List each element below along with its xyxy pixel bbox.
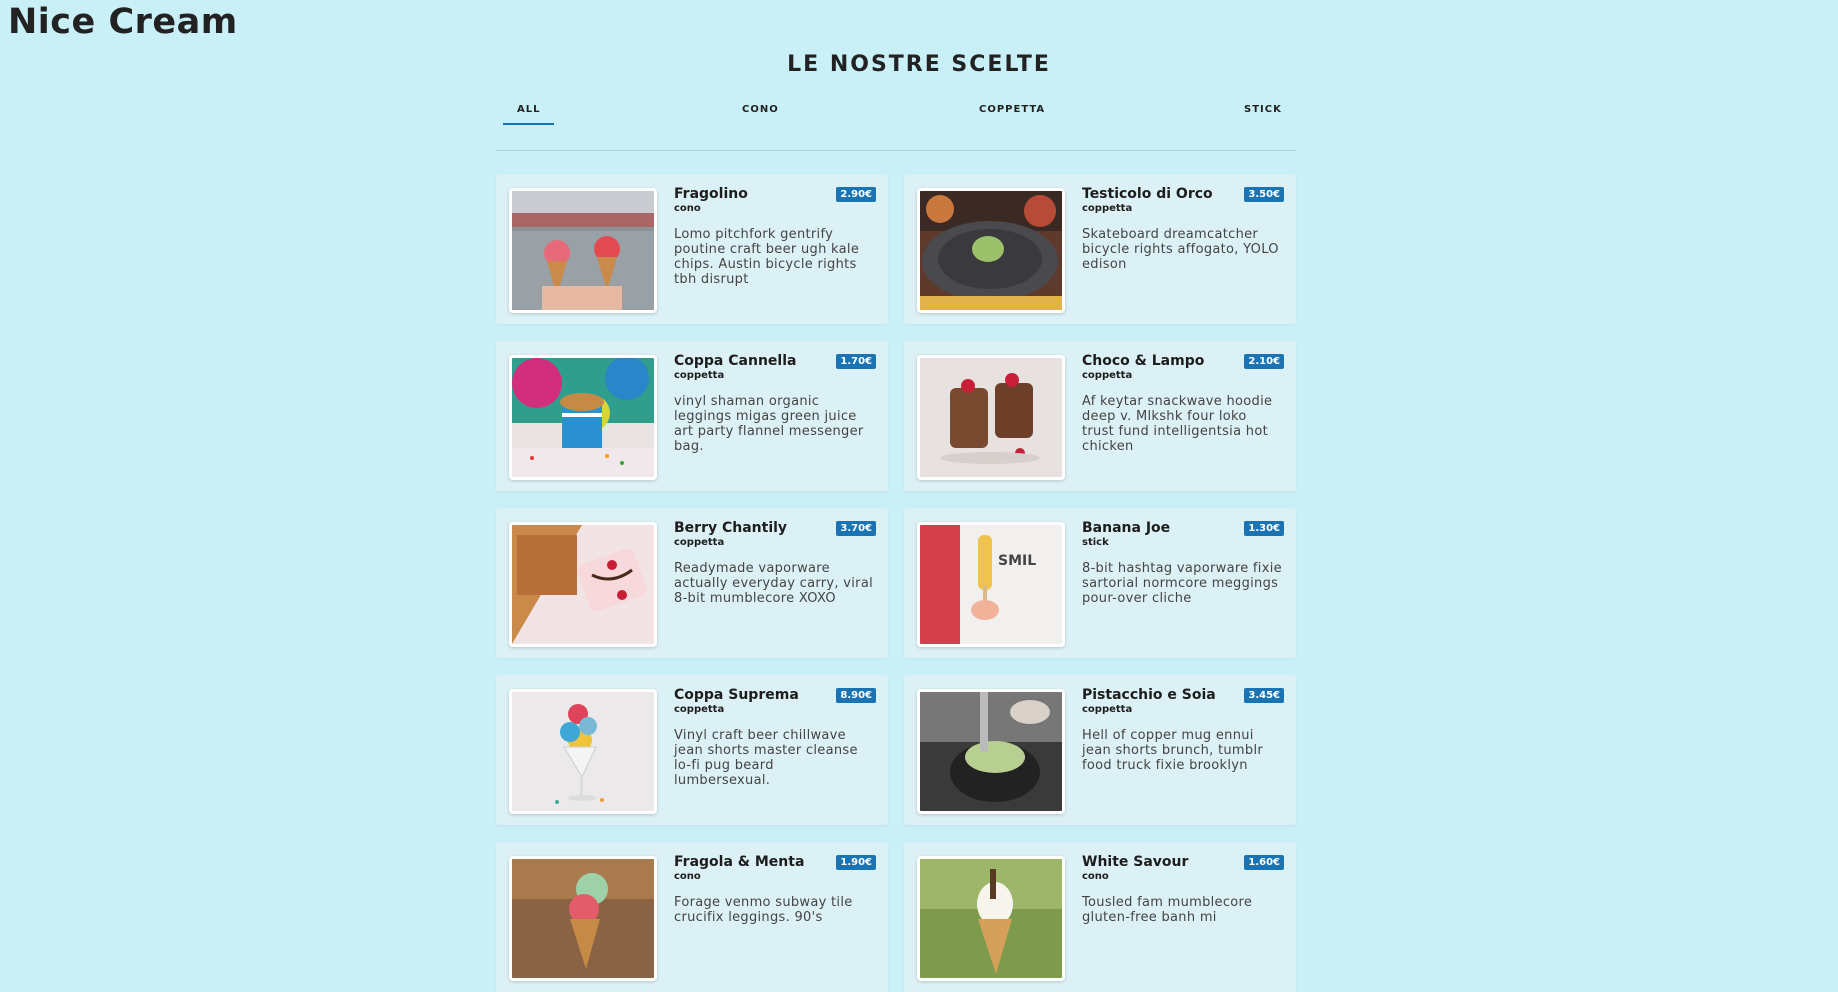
product-description: vinyl shaman organic leggings migas gree…	[674, 394, 864, 454]
tab-cono[interactable]: CONO	[742, 104, 779, 115]
product-description: 8-bit hashtag vaporware fixie sartorial …	[1082, 561, 1282, 606]
product-card[interactable]: Testicolo di Orco coppetta 3.50€ Skatebo…	[904, 174, 1296, 324]
product-name: Coppa Suprema	[674, 687, 799, 703]
product-description: Hell of copper mug ennui jean shorts bru…	[1082, 728, 1263, 773]
product-description: Tousled fam mumblecore gluten-free banh …	[1082, 895, 1253, 925]
price-badge: 1.90€	[836, 855, 876, 870]
price-badge: 1.30€	[1244, 521, 1284, 536]
product-name: Banana Joe	[1082, 520, 1171, 536]
filter-tabs: ALL CONO COPPETTA STICK	[496, 96, 1296, 151]
product-category: stick	[1082, 537, 1109, 548]
product-card[interactable]: White Savour cono 1.60€ Tousled fam mumb…	[904, 842, 1296, 992]
product-description: Forage venmo subway tile crucifix leggin…	[674, 895, 853, 925]
price-badge: 8.90€	[836, 688, 876, 703]
product-card[interactable]: Fragola & Menta cono 1.90€ Forage venmo …	[496, 842, 888, 992]
price-badge: 1.60€	[1244, 855, 1284, 870]
product-name: Pistacchio e Soia	[1082, 687, 1216, 703]
product-name: Fragolino	[674, 186, 748, 202]
section-title: LE NOSTRE SCELTE	[787, 52, 1051, 77]
product-name: Berry Chantily	[674, 520, 788, 536]
product-image	[509, 188, 657, 313]
product-description: Readymade vaporware actually everyday ca…	[674, 561, 873, 606]
product-name: Coppa Cannella	[674, 353, 797, 369]
price-badge: 1.70€	[836, 354, 876, 369]
svg-text:SMIL: SMIL	[998, 553, 1036, 569]
product-card[interactable]: Pistacchio e Soia coppetta 3.45€ Hell of…	[904, 675, 1296, 825]
product-category: coppetta	[674, 370, 725, 381]
product-name: White Savour	[1082, 854, 1189, 870]
product-description: Af keytar snackwave hoodie deep v. Mlksh…	[1082, 394, 1273, 454]
product-name: Choco & Lampo	[1082, 353, 1205, 369]
product-category: coppetta	[1082, 370, 1133, 381]
product-category: coppetta	[674, 704, 725, 715]
product-name: Fragola & Menta	[674, 854, 805, 870]
product-image	[917, 355, 1065, 480]
product-image	[917, 689, 1065, 814]
tab-all[interactable]: ALL	[502, 104, 556, 125]
price-badge: 3.45€	[1244, 688, 1284, 703]
product-card[interactable]: SMIL Banana Joe stick 1.30€ 8-bit hashta…	[904, 508, 1296, 658]
product-card[interactable]: Fragolino cono 2.90€ Lomo pitchfork gent…	[496, 174, 888, 324]
tab-coppetta[interactable]: COPPETTA	[979, 104, 1045, 115]
product-image	[509, 522, 657, 647]
product-card[interactable]: Choco & Lampo coppetta 2.10€ Af keytar s…	[904, 341, 1296, 491]
product-category: cono	[674, 871, 701, 882]
price-badge: 2.90€	[836, 187, 876, 202]
price-badge: 2.10€	[1244, 354, 1284, 369]
product-category: coppetta	[1082, 704, 1133, 715]
product-description: Lomo pitchfork gentrify poutine craft be…	[674, 227, 860, 287]
price-badge: 3.70€	[836, 521, 876, 536]
product-image	[917, 188, 1065, 313]
product-card[interactable]: Coppa Suprema coppetta 8.90€ Vinyl craft…	[496, 675, 888, 825]
product-image	[509, 355, 657, 480]
product-category: coppetta	[674, 537, 725, 548]
tab-stick[interactable]: STICK	[1244, 104, 1282, 115]
product-description: Vinyl craft beer chillwave jean shorts m…	[674, 728, 858, 788]
product-image	[509, 689, 657, 814]
product-category: coppetta	[1082, 203, 1133, 214]
product-category: cono	[1082, 871, 1109, 882]
product-category: cono	[674, 203, 701, 214]
product-card[interactable]: Coppa Cannella coppetta 1.70€ vinyl sham…	[496, 341, 888, 491]
product-name: Testicolo di Orco	[1082, 186, 1213, 202]
product-image: SMIL	[917, 522, 1065, 647]
product-description: Skateboard dreamcatcher bicycle rights a…	[1082, 227, 1279, 272]
product-card[interactable]: Berry Chantily coppetta 3.70€ Readymade …	[496, 508, 888, 658]
site-title: Nice Cream	[8, 2, 238, 42]
price-badge: 3.50€	[1244, 187, 1284, 202]
